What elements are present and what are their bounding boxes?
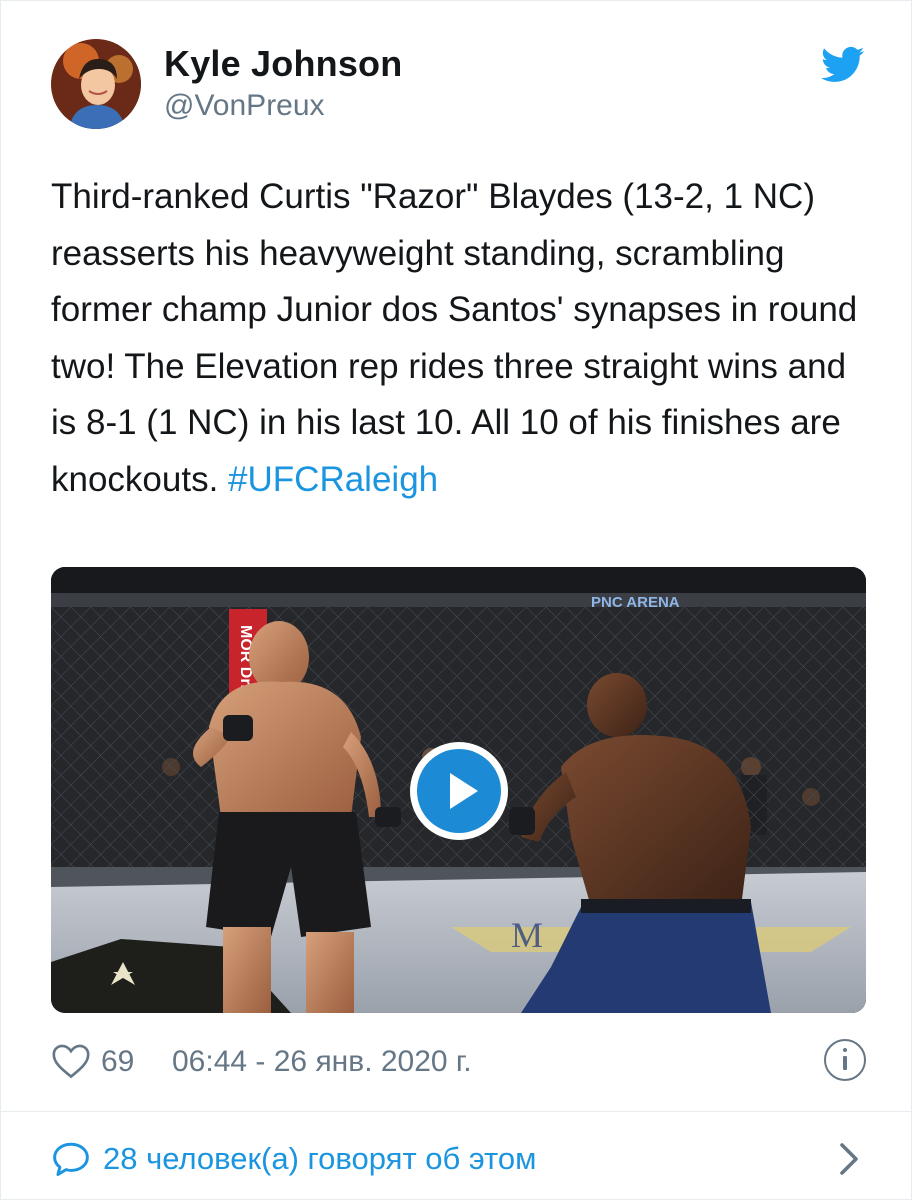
conversation-label[interactable]: 28 человек(а) говорят об этом (103, 1141, 536, 1177)
info-icon[interactable] (824, 1039, 866, 1081)
tweet-card: Kyle Johnson @VonPreux Third-ranked Curt… (0, 0, 912, 1200)
like-count[interactable]: 69 (101, 1045, 134, 1079)
conversation-link[interactable]: 28 человек(а) говорят об этом (51, 1135, 866, 1183)
author-handle[interactable]: @VonPreux (164, 89, 325, 123)
author-name[interactable]: Kyle Johnson (164, 43, 402, 85)
play-button[interactable] (410, 742, 508, 840)
play-icon[interactable] (450, 773, 478, 809)
divider (1, 1111, 912, 1112)
heart-icon[interactable] (51, 1043, 91, 1079)
timestamp[interactable]: 06:44 - 26 янв. 2020 г. (172, 1045, 472, 1079)
tweet-body: Third-ranked Curtis "Razor" Blaydes (13-… (51, 177, 858, 499)
twitter-bird-icon[interactable] (821, 46, 865, 84)
info-icon-bar (843, 1056, 847, 1070)
speech-bubble-icon (53, 1142, 89, 1177)
tweet-meta: 69 06:44 - 26 янв. 2020 г. (51, 1039, 866, 1085)
chevron-right-icon[interactable] (838, 1143, 858, 1175)
tweet-text: Third-ranked Curtis "Razor" Blaydes (13-… (51, 169, 861, 508)
svg-text:M: M (511, 915, 543, 955)
hashtag-link[interactable]: #UFCRaleigh (228, 460, 438, 499)
avatar[interactable] (51, 39, 141, 129)
info-icon-dot (843, 1048, 847, 1052)
play-button-circle[interactable] (417, 749, 501, 833)
